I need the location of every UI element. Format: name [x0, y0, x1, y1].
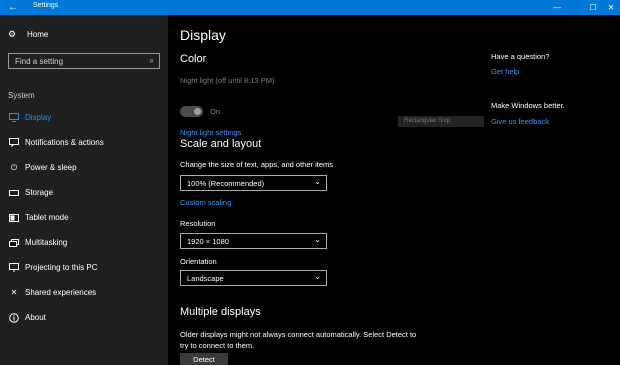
close-button[interactable]: ✕ — [602, 0, 620, 15]
sidebar-item-label: Notifications & actions — [25, 138, 104, 147]
sidebar-item-label: Projecting to this PC — [25, 263, 98, 272]
resolution-dropdown[interactable]: 1920 × 1080 ⌄ — [180, 233, 327, 249]
scale-dropdown[interactable]: 100% (Recommended) ⌄ — [180, 175, 327, 191]
night-light-toggle[interactable] — [180, 106, 203, 117]
power-icon: ⏻ — [10, 162, 18, 172]
back-arrow-icon: ← — [8, 2, 18, 13]
search-placeholder: Find a setting — [15, 57, 64, 66]
sidebar-item-tablet[interactable]: Tablet mode — [0, 205, 168, 230]
nav-list: Display Notifications & actions ⏻ Power … — [0, 105, 168, 330]
search-input[interactable]: Find a setting ⌕ — [8, 53, 160, 69]
sidebar-item-label: Storage — [25, 188, 54, 197]
main-content: Display Color Night light (off until 8:1… — [168, 15, 620, 365]
sidebar-item-notifications[interactable]: Notifications & actions — [0, 130, 168, 155]
shared-icon: ✕ — [10, 288, 18, 297]
storage-icon — [8, 187, 20, 199]
help-panel: Have a question? — [491, 52, 616, 61]
snip-overlay: Rectangular Snip — [398, 116, 484, 127]
chevron-down-icon: ⌄ — [314, 272, 321, 281]
resolution-label: Resolution — [180, 219, 216, 228]
section-label-system: System — [8, 91, 35, 100]
chevron-down-icon: ⌄ — [314, 235, 321, 244]
give-feedback-link[interactable]: Give us feedback — [491, 117, 549, 126]
resolution-value: 1920 × 1080 — [187, 237, 229, 246]
nav-home-label: Home — [27, 30, 49, 39]
size-label: Change the size of text, apps, and other… — [180, 160, 334, 169]
sidebar-item-projecting[interactable]: Projecting to this PC — [0, 255, 168, 280]
feedback-prompt: Make Windows better. — [491, 101, 565, 110]
feedback-panel: Make Windows better. — [491, 101, 616, 110]
orientation-dropdown[interactable]: Landscape ⌄ — [180, 270, 327, 286]
nav-home[interactable]: ⚙ Home — [8, 29, 48, 40]
sidebar-item-label: Shared experiences — [25, 288, 97, 297]
sidebar-item-label: Multitasking — [25, 238, 68, 247]
monitor-icon — [8, 112, 20, 124]
window-title: Settings — [33, 2, 59, 9]
scale-heading: Scale and layout — [180, 138, 262, 150]
night-light-status: Night light (off until 8:13 PM) — [180, 76, 275, 85]
sidebar-item-label: Tablet mode — [25, 213, 69, 222]
sidebar-item-display[interactable]: Display — [0, 105, 168, 130]
back-button[interactable]: ← — [0, 0, 26, 15]
sidebar-item-label: About — [25, 313, 46, 322]
sidebar-item-power[interactable]: ⏻ Power & sleep — [0, 155, 168, 180]
page-title: Display — [180, 27, 226, 43]
detect-button[interactable]: Detect — [180, 353, 228, 365]
help-question: Have a question? — [491, 52, 550, 61]
multitasking-icon — [8, 237, 20, 249]
get-help-link[interactable]: Get help — [491, 67, 519, 76]
maximize-button[interactable]: ☐ — [584, 0, 602, 15]
search-icon: ⌕ — [149, 56, 154, 65]
gear-icon: ⚙ — [8, 29, 17, 39]
chevron-down-icon: ⌄ — [314, 177, 321, 186]
sidebar-item-multitasking[interactable]: Multitasking — [0, 230, 168, 255]
sidebar-item-shared[interactable]: ✕ Shared experiences — [0, 280, 168, 305]
sidebar-item-label: Display — [25, 113, 52, 122]
custom-scaling-link[interactable]: Custom scaling — [180, 198, 231, 207]
sidebar: ⚙ Home Find a setting ⌕ System Display N… — [0, 15, 168, 365]
sidebar-item-label: Power & sleep — [25, 163, 77, 172]
color-heading: Color — [180, 53, 207, 65]
title-bar: ← Settings — ☐ ✕ — [0, 0, 620, 15]
multiple-displays-heading: Multiple displays — [180, 306, 261, 318]
orientation-value: Landscape — [187, 274, 224, 283]
night-light-settings-link[interactable]: Night light settings — [180, 128, 241, 137]
sidebar-item-about[interactable]: About — [0, 305, 168, 330]
multiple-displays-description: Older displays might not always connect … — [180, 330, 417, 350]
notifications-icon — [8, 137, 20, 149]
toggle-knob — [194, 108, 201, 115]
orientation-label: Orientation — [180, 257, 217, 266]
tablet-icon — [8, 212, 20, 224]
toggle-state-label: On — [210, 107, 221, 116]
projecting-icon — [8, 262, 20, 274]
sidebar-item-storage[interactable]: Storage — [0, 180, 168, 205]
scale-value: 100% (Recommended) — [187, 179, 265, 188]
info-icon — [8, 312, 20, 324]
minimize-button[interactable]: — — [548, 0, 566, 15]
snip-overlay-label: Rectangular Snip — [404, 118, 451, 124]
